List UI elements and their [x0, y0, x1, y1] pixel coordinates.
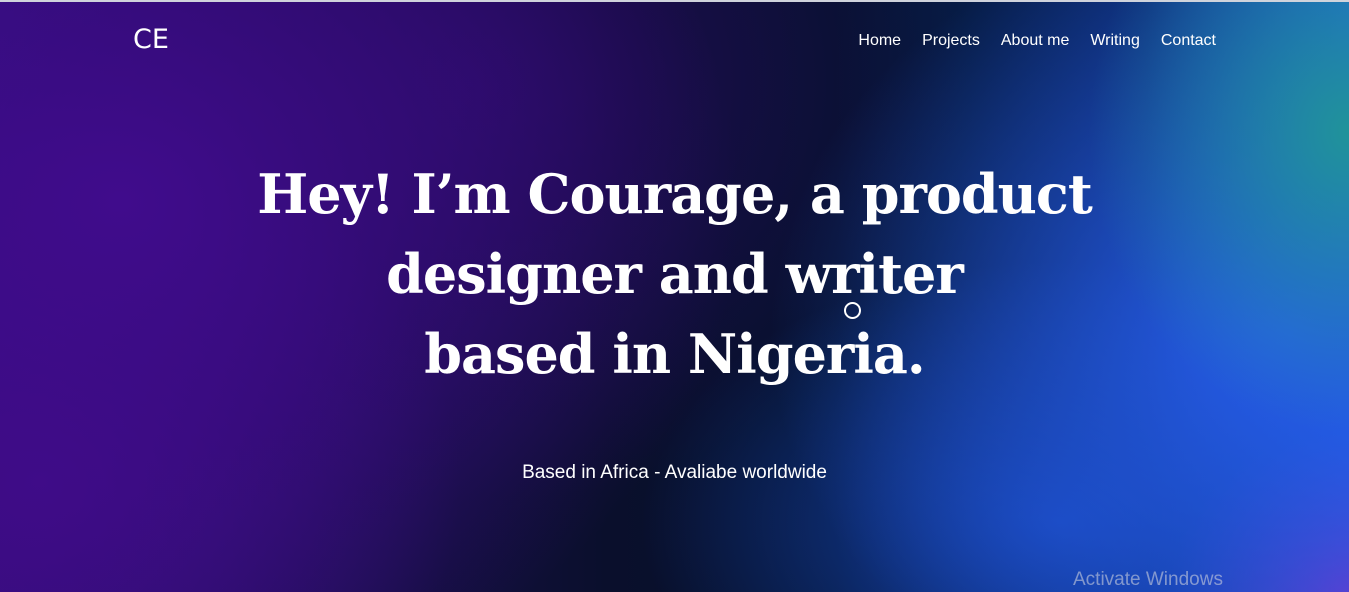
nav-projects-link[interactable]: Projects — [922, 32, 980, 50]
headline-line-2: designer and writer — [386, 242, 964, 306]
hero-tagline: Based in Africa - Avaliabe worldwide — [522, 462, 827, 483]
nav-about-link[interactable]: About me — [1001, 32, 1069, 50]
hero-headline: Hey! I’m Courage, a product designer and… — [0, 154, 1349, 394]
headline-line-3: based in Nigeria. — [424, 322, 925, 386]
main-nav: Home Projects About me Writing Contact — [858, 32, 1216, 50]
nav-writing-link[interactable]: Writing — [1090, 32, 1140, 50]
headline-line-1: Hey! I’m Courage, a product — [257, 162, 1093, 226]
custom-cursor-ring — [844, 302, 861, 319]
site-logo[interactable]: CE — [133, 24, 169, 55]
hero-section: CE Home Projects About me Writing Contac… — [0, 0, 1349, 592]
nav-home-link[interactable]: Home — [858, 32, 901, 50]
activate-windows-watermark: Activate Windows — [1073, 569, 1223, 590]
nav-contact-link[interactable]: Contact — [1161, 32, 1216, 50]
